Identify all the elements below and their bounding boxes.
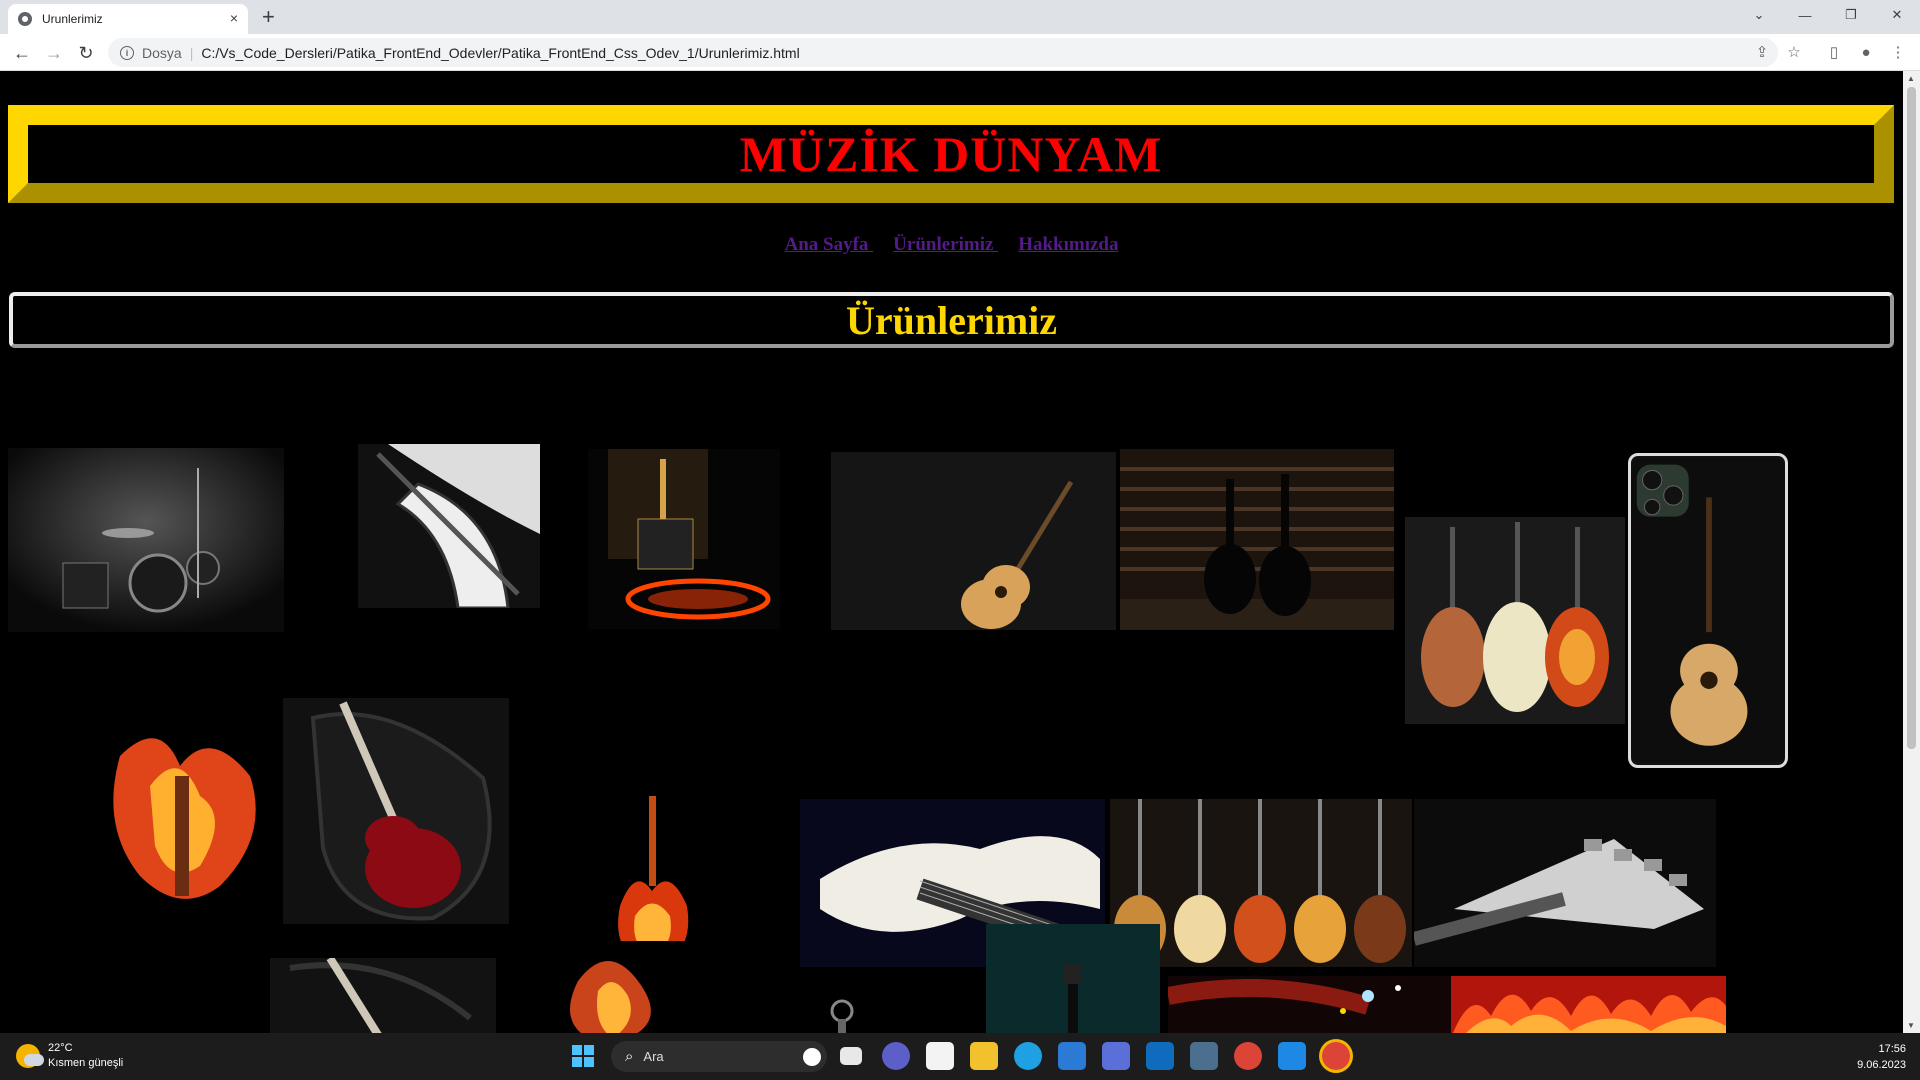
- file-explorer-icon[interactable]: [970, 1042, 998, 1070]
- guitar-sparks-image: [1168, 976, 1451, 1033]
- minimize-button[interactable]: —: [1782, 0, 1828, 30]
- snipping-tool-icon[interactable]: [926, 1042, 954, 1070]
- smoky-fire-guitar-image: [548, 941, 698, 1033]
- scrollbar-thumb[interactable]: [1907, 87, 1916, 749]
- weather-widget[interactable]: 22°C Kısmen güneşli: [16, 1041, 123, 1071]
- teal-guitar-neck-image: [986, 924, 1160, 1033]
- restore-button[interactable]: ❐: [1828, 0, 1874, 30]
- page-viewport: MÜZİK DÜNYAM Ana Sayfa Ürünlerimiz Hakkı…: [0, 71, 1903, 1033]
- system-clock[interactable]: 17:56 9.06.2023: [1836, 1041, 1906, 1073]
- main-nav: Ana Sayfa Ürünlerimiz Hakkımızda: [0, 234, 1903, 256]
- red-flames-image: [1451, 976, 1726, 1033]
- nav-link-urunlerimiz[interactable]: Ürünlerimiz: [893, 234, 998, 255]
- vscode-icon[interactable]: [1278, 1042, 1306, 1070]
- browser-tab-strip: Urunlerimiz × + ⌄ — ❐ ✕: [0, 0, 1920, 34]
- flaming-guitar-headstock-image: [100, 716, 270, 911]
- close-window-button[interactable]: ✕: [1874, 0, 1920, 30]
- scroll-down-icon[interactable]: ▼: [1907, 1021, 1915, 1030]
- windows-start-icon[interactable]: [572, 1045, 594, 1067]
- remote-desktop-icon[interactable]: [1190, 1042, 1218, 1070]
- scroll-up-icon[interactable]: ▲: [1907, 74, 1915, 83]
- task-view-icon[interactable]: [840, 1047, 862, 1065]
- weather-description: Kısmen güneşli: [48, 1057, 124, 1069]
- taskbar-search[interactable]: ⌕ Ara: [611, 1041, 827, 1072]
- address-bar[interactable]: i Dosya | C:/Vs_Code_Dersleri/Patika_Fro…: [108, 38, 1778, 67]
- nav-link-hakkimizda[interactable]: Hakkımızda: [1018, 234, 1118, 255]
- guitar-silhouettes-image: [1120, 449, 1394, 630]
- forward-button[interactable]: →: [42, 41, 66, 65]
- reload-button[interactable]: ↻: [74, 41, 98, 65]
- info-icon[interactable]: i: [120, 45, 134, 60]
- browser-tab[interactable]: Urunlerimiz ×: [8, 4, 248, 34]
- address-scheme: Dosya: [142, 44, 182, 61]
- tab-close-icon[interactable]: ×: [230, 10, 238, 26]
- outlook-icon[interactable]: [1146, 1042, 1174, 1070]
- drum-kit-stage-image: [8, 448, 284, 632]
- edge-browser-icon[interactable]: [1014, 1042, 1042, 1070]
- chrome-active-icon[interactable]: [1322, 1042, 1350, 1070]
- bing-icon: [803, 1047, 821, 1066]
- globe-icon: [18, 12, 32, 26]
- back-button[interactable]: ←: [10, 41, 34, 65]
- page-scrollbar[interactable]: ▲ ▼: [1903, 71, 1920, 1033]
- profile-icon[interactable]: ●: [1856, 42, 1876, 62]
- browser-menu-icon[interactable]: ⋮: [1888, 42, 1908, 62]
- three-acoustic-guitars-image: [1405, 517, 1625, 724]
- windows-taskbar: 22°C Kısmen güneşli ⌕ Ara 17:56 9.06.202…: [0, 1033, 1920, 1080]
- new-tab-button[interactable]: +: [262, 4, 275, 30]
- address-url[interactable]: C:/Vs_Code_Dersleri/Patika_FrontEnd_Odev…: [201, 45, 799, 61]
- clock-time: 17:56: [1878, 1043, 1906, 1055]
- guitar-in-case-image: [270, 958, 496, 1033]
- phone-case-guitar-image: [1628, 453, 1788, 768]
- section-heading-box: Ürünlerimiz: [9, 292, 1894, 348]
- nav-link-ana-sayfa[interactable]: Ana Sayfa: [784, 234, 873, 255]
- site-title: MÜZİK DÜNYAM: [739, 126, 1163, 182]
- browser-toolbar: ← → ↻ i Dosya | C:/Vs_Code_Dersleri/Pati…: [0, 34, 1920, 71]
- electric-guitar-closeup-image: [358, 444, 540, 608]
- red-guitar-in-case-image: [283, 698, 509, 924]
- search-icon: ⌕: [625, 1048, 634, 1065]
- power-automate-icon[interactable]: [1102, 1042, 1130, 1070]
- address-separator: |: [189, 44, 194, 61]
- search-label: Ara: [643, 1049, 664, 1064]
- clock-date: 9.06.2023: [1857, 1059, 1906, 1071]
- tab-search-dropdown-icon[interactable]: ⌄: [1736, 0, 1782, 30]
- share-icon[interactable]: ⇪: [1752, 42, 1772, 62]
- weather-partly-sunny-icon: [16, 1044, 44, 1068]
- teams-chat-icon[interactable]: [882, 1042, 910, 1070]
- site-header: MÜZİK DÜNYAM: [8, 105, 1894, 203]
- silver-guitar-headstock-image: [1414, 799, 1716, 967]
- dark-violin-scroll-image: [730, 981, 940, 1033]
- microsoft-store-icon[interactable]: [1058, 1042, 1086, 1070]
- side-panel-icon[interactable]: ▯: [1824, 42, 1844, 62]
- guitar-amp-fire-image: [588, 449, 780, 629]
- chrome-icon[interactable]: [1234, 1042, 1262, 1070]
- tab-title: Urunlerimiz: [42, 12, 103, 26]
- acoustic-guitar-dark-image: [831, 452, 1116, 630]
- section-title: Ürünlerimiz: [845, 297, 1058, 343]
- weather-temperature: 22°C: [48, 1042, 73, 1054]
- bookmark-star-icon[interactable]: ☆: [1784, 42, 1804, 62]
